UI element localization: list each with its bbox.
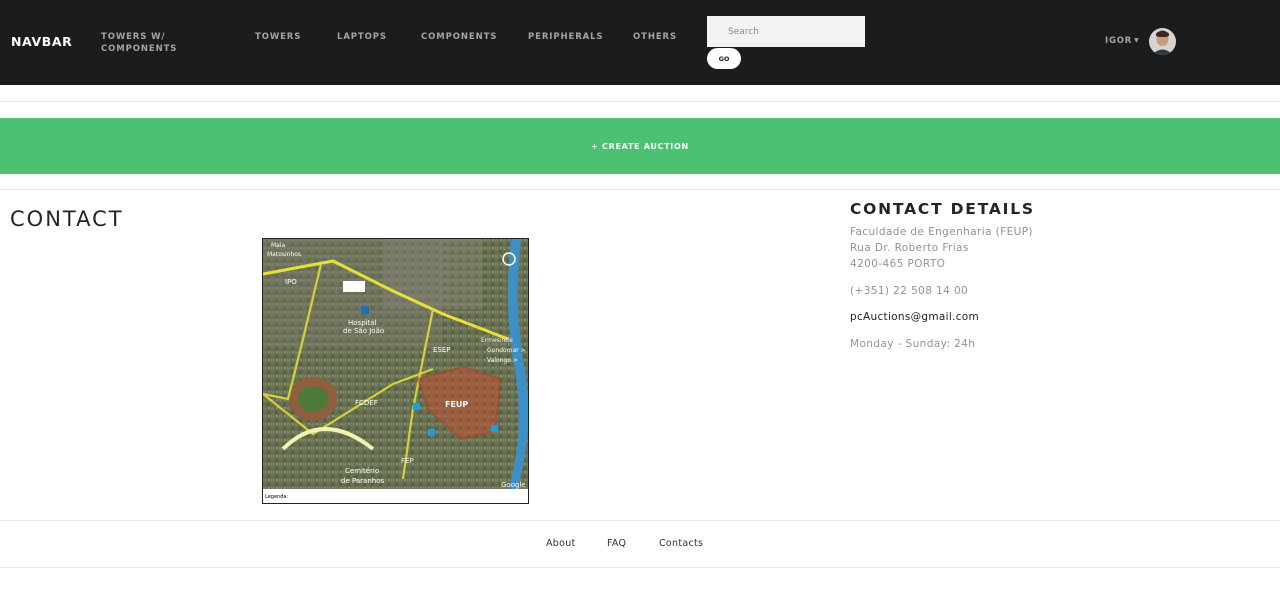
svg-text:FEUP: FEUP <box>445 400 468 409</box>
svg-text:FCDEF: FCDEF <box>355 399 378 407</box>
nav-link-others[interactable]: OTHERS <box>633 31 677 43</box>
create-auction-label: + CREATE AUCTION <box>591 141 689 151</box>
divider <box>0 189 1280 190</box>
svg-text:Ermesinde: Ermesinde <box>481 337 513 344</box>
nav-link-towers-with-components[interactable]: TOWERS W/ COMPONENTS <box>101 31 191 55</box>
user-menu-dropdown[interactable]: IGOR ▼ <box>1105 36 1140 46</box>
page-title: CONTACT <box>10 207 124 231</box>
go-button[interactable]: GO <box>707 48 741 69</box>
footer-link-faq[interactable]: FAQ <box>607 538 626 549</box>
svg-text:Gondomar >: Gondomar > <box>487 347 526 354</box>
svg-text:Maia: Maia <box>271 242 286 249</box>
nav-link-towers[interactable]: TOWERS <box>255 31 301 43</box>
address-institution: Faculdade de Engenharia (FEUP) <box>850 226 1033 238</box>
svg-text:Matosinhos: Matosinhos <box>267 251 301 258</box>
footer-link-contacts[interactable]: Contacts <box>659 538 703 549</box>
address-city: 4200-465 PORTO <box>850 258 946 270</box>
divider <box>0 567 1280 568</box>
avatar[interactable] <box>1149 28 1176 55</box>
svg-text:Cemitério: Cemitério <box>345 467 379 475</box>
footer-link-about[interactable]: About <box>546 538 576 549</box>
email-link[interactable]: pcAuctions@gmail.com <box>850 311 979 323</box>
location-map: IPO Hospital de São João ESEP Ermesinde … <box>262 238 529 504</box>
svg-text:Legenda:: Legenda: <box>265 494 288 500</box>
brand-logo[interactable]: NAVBAR <box>11 34 72 49</box>
svg-text:de Paranhos: de Paranhos <box>341 477 384 485</box>
svg-text:ESEP: ESEP <box>433 346 451 354</box>
phone-number: (+351) 22 508 14 00 <box>850 285 969 297</box>
contact-details-title: CONTACT DETAILS <box>850 200 1035 218</box>
svg-text:IPO: IPO <box>285 278 297 286</box>
navbar: NAVBAR TOWERS W/ COMPONENTS TOWERS LAPTO… <box>0 0 1280 85</box>
nav-link-laptops[interactable]: LAPTOPS <box>337 31 387 43</box>
user-name: IGOR <box>1105 36 1133 46</box>
divider <box>0 101 1280 102</box>
address-street: Rua Dr. Roberto Frias <box>850 242 969 254</box>
svg-text:Google: Google <box>501 481 526 489</box>
svg-text:Hospital: Hospital <box>348 319 377 327</box>
divider <box>0 520 1280 521</box>
svg-text:de São João: de São João <box>343 327 384 335</box>
nav-link-components[interactable]: COMPONENTS <box>421 31 497 43</box>
search-input[interactable] <box>707 16 865 47</box>
nav-link-peripherals[interactable]: PERIPHERALS <box>528 31 603 43</box>
opening-hours: Monday - Sunday: 24h <box>850 338 976 350</box>
svg-text:FEP: FEP <box>401 457 414 465</box>
create-auction-button[interactable]: + CREATE AUCTION <box>0 118 1280 174</box>
svg-text:Valongo >: Valongo > <box>487 357 518 364</box>
caret-down-icon: ▼ <box>1134 37 1140 44</box>
